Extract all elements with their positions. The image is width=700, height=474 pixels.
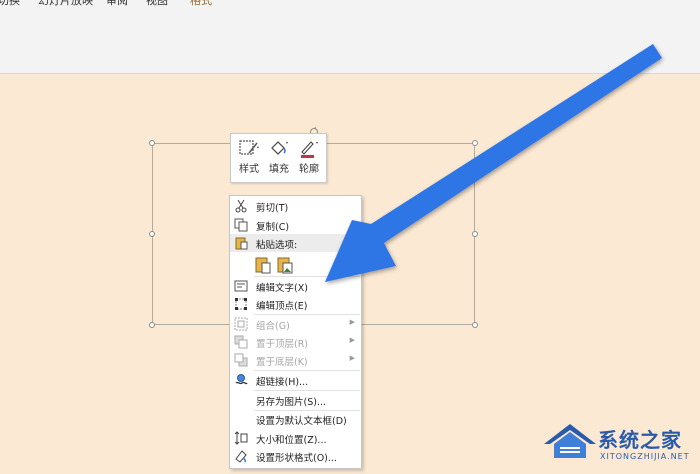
house-logo-icon <box>544 424 596 458</box>
watermark-subtitle: XITONGZHIJIA.NET <box>600 452 690 461</box>
annotation-arrow-icon <box>325 44 662 282</box>
watermark-title: 系统之家 <box>598 428 682 452</box>
watermark-logo: 系统之家 XITONGZHIJIA.NET <box>536 410 700 474</box>
